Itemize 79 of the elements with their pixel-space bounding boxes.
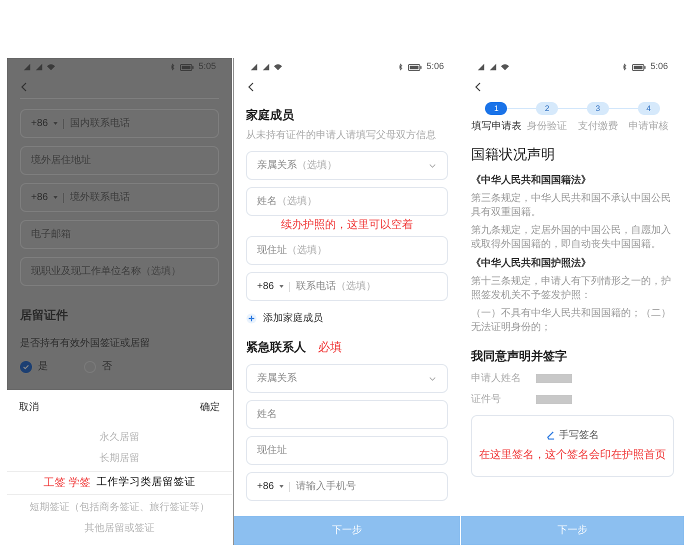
- caret-icon: [52, 120, 59, 127]
- step-label: 支付缴费: [578, 120, 618, 134]
- section-title: 居留证件: [20, 307, 69, 324]
- caret-icon: [278, 283, 285, 290]
- question-text: 是否持有有效外国签证或居留: [20, 336, 151, 351]
- placeholder-text: 亲属关系（选填）: [257, 158, 337, 173]
- status-time: 5:06: [650, 60, 668, 74]
- signature-label: 手写签名: [559, 428, 599, 444]
- bluetooth-icon: [169, 63, 176, 71]
- country-code-dropdown[interactable]: +86: [257, 479, 289, 494]
- field-label: 证件号: [471, 393, 502, 407]
- next-button[interactable]: 下一步: [234, 516, 460, 545]
- picker-item[interactable]: 其他居留或签证: [7, 518, 232, 539]
- law-title: 《中华人民共和国国籍法》: [471, 174, 592, 188]
- battery-icon: [632, 64, 646, 70]
- section-title: 国籍状况声明: [471, 145, 556, 164]
- country-code-dropdown[interactable]: +86: [31, 190, 63, 205]
- step-label: 填写申请表: [471, 120, 522, 134]
- bluetooth-icon: [397, 63, 404, 71]
- add-member-button[interactable]: 添加家庭成员: [246, 311, 323, 326]
- picker-item[interactable]: 长期居留: [7, 448, 232, 469]
- step-indicator: 1: [485, 102, 508, 115]
- phone-field[interactable]: +86 请输入手机号: [246, 472, 448, 501]
- pen-icon: [546, 431, 555, 440]
- step-indicator: 3: [586, 102, 609, 115]
- wifi-icon: [501, 63, 509, 71]
- section-title: 家庭成员: [246, 107, 295, 124]
- status-time: 5:06: [426, 60, 444, 74]
- law-title: 《中华人民共和国护照法》: [471, 256, 592, 271]
- step-label: 身份验证: [527, 120, 568, 134]
- annotation-text: 在这里签名，这个签名会印在护照首页: [479, 448, 666, 464]
- caret-icon: [52, 194, 59, 201]
- country-code-dropdown[interactable]: +86: [31, 116, 63, 131]
- placeholder-text: 亲属关系: [257, 372, 297, 386]
- text-field[interactable]: 现住址: [246, 436, 448, 465]
- section-title: 我同意声明并签字: [471, 348, 568, 365]
- select-field[interactable]: 亲属关系（选填）: [246, 151, 448, 180]
- placeholder-text: 联系电话（选填）: [296, 280, 376, 294]
- annotation-text: 工签 学签: [43, 476, 91, 491]
- subtitle-text: 从未持有证件的申请人请填写父母双方信息: [246, 128, 437, 143]
- paragraph-text: （一）不具有中华人民共和国国籍的；（二）无法证明身份的；: [471, 307, 672, 335]
- picker-item[interactable]: 短期签证（包括商务签证、旅行签证等）: [7, 497, 232, 518]
- wifi-icon: [47, 63, 55, 71]
- annotation-text: 续办护照的，这里可以空着: [280, 219, 414, 231]
- confirm-button[interactable]: 确定: [200, 400, 220, 415]
- plus-icon: [246, 313, 257, 324]
- phone-field[interactable]: +86 联系电话（选填）: [246, 272, 448, 301]
- blurred-value: [536, 374, 572, 383]
- section-title: 紧急联系人: [246, 339, 306, 356]
- step-indicator: 4: [638, 102, 660, 115]
- radio-option[interactable]: 是: [20, 359, 48, 374]
- cancel-button[interactable]: 取消: [19, 400, 39, 415]
- radio-option[interactable]: 否: [84, 359, 112, 374]
- paragraph-text: 第九条规定，定居外国的中国公民，自愿加入或取得外国国籍的，即自动丧失中国国籍。: [471, 224, 672, 252]
- wifi-icon: [274, 63, 282, 71]
- picker-label: 工作学习类居留签证: [96, 475, 196, 490]
- required-note: 必填: [318, 339, 342, 356]
- check-icon: [22, 362, 30, 370]
- caret-icon: [278, 483, 285, 490]
- paragraph-text: 第十三条规定，申请人有下列情形之一的，护照签发机关不予签发护照：: [471, 275, 672, 303]
- picker-item[interactable]: 永久居留: [7, 427, 232, 448]
- next-button[interactable]: 下一步: [461, 516, 684, 545]
- field-label: 申请人姓名: [471, 372, 522, 386]
- country-code-dropdown[interactable]: +86: [257, 279, 289, 294]
- blurred-value: [536, 395, 572, 404]
- signature-pad[interactable]: 手写签名 在这里签名，这个签名会印在护照首页: [471, 415, 674, 477]
- battery-icon: [180, 64, 194, 70]
- picker-item[interactable]: 工签 学签 工作学习类居留签证: [7, 471, 232, 495]
- placeholder-text: 请输入手机号: [296, 480, 356, 494]
- text-field[interactable]: 现住址（选填）: [246, 236, 448, 265]
- paragraph-text: 第三条规定，中华人民共和国不承认中国公民具有双重国籍。: [471, 192, 672, 220]
- select-field[interactable]: 亲属关系: [246, 364, 448, 393]
- battery-icon: [408, 64, 422, 70]
- step-indicator: 2: [536, 102, 558, 115]
- text-field[interactable]: 姓名: [246, 400, 448, 429]
- bluetooth-icon: [621, 63, 628, 71]
- text-field[interactable]: 姓名（选填）: [246, 187, 448, 216]
- step-label: 申请审核: [628, 120, 669, 134]
- radio-button[interactable]: [20, 360, 32, 372]
